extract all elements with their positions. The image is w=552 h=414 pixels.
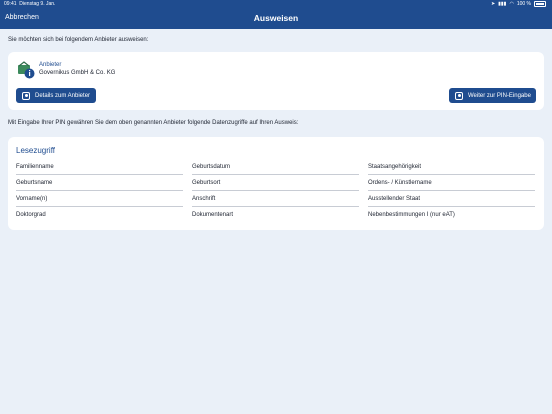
page-title: Ausweisen xyxy=(253,13,299,23)
read-access-title: Lesezugriff xyxy=(16,146,55,155)
access-field: Geburtsname xyxy=(16,175,183,191)
access-field: Familienname xyxy=(16,159,183,175)
pin-entry-icon xyxy=(455,91,463,100)
access-field: Vorname(n) xyxy=(16,191,183,207)
provider-name: Governikus GmbH & Co. KG xyxy=(39,70,116,76)
access-card: Lesezugriff Familienname Geburtsname Vor… xyxy=(8,137,544,230)
access-field: Geburtsdatum xyxy=(192,159,359,175)
access-field: Doktorgrad xyxy=(16,212,46,218)
info-icon xyxy=(22,91,30,100)
status-indicators: ➤ ▮▮▮ ◠ 100 % xyxy=(491,1,546,7)
access-intro-text: Mit Eingabe Ihrer PIN gewähren Sie dem o… xyxy=(8,120,299,126)
continue-to-pin-label: Weiter zur PIN-Eingabe xyxy=(468,92,531,99)
access-field: Nebenbestimmungen I (nur eAT) xyxy=(368,212,455,218)
access-field: Geburtsort xyxy=(192,175,359,191)
provider-label: Anbieter xyxy=(39,62,62,68)
wifi-icon: ◠ xyxy=(509,1,514,7)
provider-icon xyxy=(18,61,35,79)
access-field: Dokumentenart xyxy=(192,212,234,218)
provider-details-button[interactable]: Details zum Anbieter xyxy=(16,88,96,103)
intro-text: Sie möchten sich bei folgendem Anbieter … xyxy=(8,37,149,43)
top-bar: 09:41 Dienstag 9. Jan. ➤ ▮▮▮ ◠ 100 % Abb… xyxy=(0,0,552,29)
access-field: Ausstellender Staat xyxy=(368,191,535,207)
battery-icon xyxy=(534,1,546,7)
access-field: Anschrift xyxy=(192,191,359,207)
continue-to-pin-button[interactable]: Weiter zur PIN-Eingabe xyxy=(449,88,536,103)
provider-card: Anbieter Governikus GmbH & Co. KG Detail… xyxy=(8,52,544,110)
access-field: Ordens- / Künstlername xyxy=(368,175,535,191)
location-icon: ➤ xyxy=(490,1,496,7)
access-field: Staatsangehörigkeit xyxy=(368,159,535,175)
provider-details-label: Details zum Anbieter xyxy=(35,92,91,99)
status-time: 09:41 Dienstag 9. Jan. xyxy=(4,1,56,7)
signal-icon: ▮▮▮ xyxy=(498,1,507,7)
battery-level: 100 % xyxy=(516,1,531,7)
